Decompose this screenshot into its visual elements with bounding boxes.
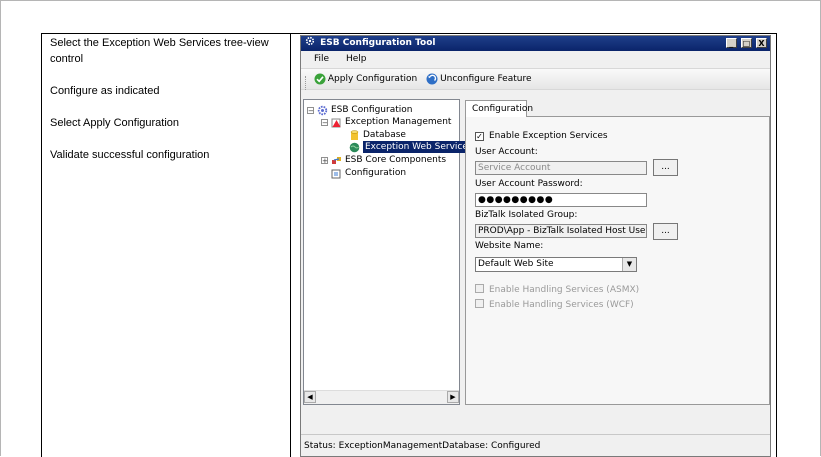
isolated-group-browse-button[interactable]: ... bbox=[653, 223, 678, 240]
globe-icon bbox=[349, 142, 360, 152]
warning-icon bbox=[331, 118, 341, 127]
configuration-panel: ✓ Enable Exception Services User Account:… bbox=[465, 116, 770, 405]
user-account-field[interactable]: Service Account bbox=[475, 161, 647, 175]
expand-icon[interactable]: + bbox=[321, 156, 328, 164]
asmx-row: Enable Handling Services (ASMX) bbox=[475, 284, 639, 295]
isolated-group-field[interactable]: PROD\App - BizTalk Isolated Host Users bbox=[475, 224, 647, 238]
apply-configuration-label: Apply Configuration bbox=[327, 74, 418, 84]
gear-icon bbox=[317, 105, 328, 115]
table-column-divider bbox=[290, 33, 291, 457]
menu-file[interactable]: File bbox=[314, 51, 329, 68]
apply-configuration-button[interactable]: Apply Configuration bbox=[314, 69, 417, 89]
menu-bar: File Help bbox=[301, 51, 770, 68]
tree-horizontal-scrollbar[interactable]: ◀ ▶ bbox=[304, 390, 459, 404]
settings-icon bbox=[331, 169, 341, 178]
tree-label: Configuration bbox=[345, 168, 407, 178]
password-label: User Account Password: bbox=[475, 179, 583, 189]
scroll-left-icon[interactable]: ◀ bbox=[304, 391, 316, 403]
wcf-label: Enable Handling Services (WCF) bbox=[489, 300, 634, 310]
step-3: Select Apply Configuration bbox=[50, 117, 180, 129]
enable-exception-services-row[interactable]: ✓ Enable Exception Services bbox=[475, 131, 608, 141]
tree-label-selected: Exception Web Services bbox=[363, 141, 475, 153]
collapse-icon[interactable]: − bbox=[321, 118, 328, 126]
tree-node-configuration[interactable]: Configuration bbox=[331, 167, 406, 179]
database-icon bbox=[350, 129, 359, 140]
status-bar: Status: ExceptionManagementDatabase: Con… bbox=[301, 434, 770, 456]
asmx-label: Enable Handling Services (ASMX) bbox=[489, 285, 640, 295]
tab-configuration[interactable]: Configuration bbox=[465, 100, 533, 117]
window-title: ESB Configuration Tool bbox=[320, 38, 436, 48]
undo-icon bbox=[426, 73, 438, 85]
esb-config-window: ESB Configuration Tool _ □ X File Help A… bbox=[300, 35, 771, 457]
website-name-select[interactable]: Default Web Site ▼ bbox=[475, 257, 637, 272]
gear-icon bbox=[305, 36, 315, 46]
components-icon bbox=[332, 156, 341, 164]
asmx-checkbox bbox=[475, 284, 484, 293]
toolbar: Apply Configuration Unconfigure Feature bbox=[301, 68, 770, 90]
tree-label: ESB Configuration bbox=[331, 105, 413, 115]
tree-node-exception-management[interactable]: − Exception Management bbox=[321, 116, 451, 128]
website-name-label: Website Name: bbox=[475, 241, 544, 251]
enable-exception-services-label: Enable Exception Services bbox=[489, 131, 608, 141]
tree-node-core-components[interactable]: + ESB Core Components bbox=[321, 154, 446, 166]
user-account-browse-button[interactable]: ... bbox=[653, 159, 678, 176]
user-account-label: User Account: bbox=[475, 147, 538, 157]
minimize-button[interactable]: _ bbox=[725, 38, 737, 48]
title-bar: ESB Configuration Tool _ □ X bbox=[301, 36, 770, 51]
menu-help[interactable]: Help bbox=[346, 51, 367, 68]
chevron-down-icon[interactable]: ▼ bbox=[622, 258, 636, 271]
maximize-button[interactable]: □ bbox=[740, 38, 752, 48]
step-2: Configure as indicated bbox=[50, 85, 160, 97]
enable-exception-services-checkbox[interactable]: ✓ bbox=[475, 132, 484, 141]
scroll-right-icon[interactable]: ▶ bbox=[447, 391, 459, 403]
wcf-row: Enable Handling Services (WCF) bbox=[475, 299, 634, 310]
instruction-steps: Select the Exception Web Services tree-v… bbox=[50, 35, 280, 179]
tree-label: ESB Core Components bbox=[345, 155, 447, 165]
collapse-icon[interactable]: − bbox=[307, 106, 314, 114]
tree-label: Exception Management bbox=[345, 117, 452, 127]
unconfigure-feature-button[interactable]: Unconfigure Feature bbox=[426, 69, 532, 89]
step-4: Validate successful configuration bbox=[50, 149, 210, 161]
toolbar-grip bbox=[305, 75, 308, 90]
website-name-value: Default Web Site bbox=[478, 259, 554, 269]
tree-view[interactable]: − ESB Configuration − Exception Manageme… bbox=[303, 99, 475, 405]
tree-node-esb-configuration[interactable]: − ESB Configuration bbox=[307, 104, 412, 116]
close-button[interactable]: X bbox=[756, 38, 767, 48]
tree-node-exception-web-services[interactable]: Exception Web Services bbox=[349, 141, 475, 153]
tree-node-database[interactable]: Database bbox=[349, 129, 406, 141]
check-icon bbox=[314, 73, 326, 85]
isolated-group-label: BizTalk Isolated Group: bbox=[475, 210, 578, 220]
password-field[interactable]: ●●●●●●●●● bbox=[475, 193, 647, 207]
tree-label: Database bbox=[363, 130, 406, 140]
unconfigure-feature-label: Unconfigure Feature bbox=[440, 74, 532, 84]
wcf-checkbox bbox=[475, 299, 484, 308]
step-1: Select the Exception Web Services tree-v… bbox=[50, 37, 269, 65]
